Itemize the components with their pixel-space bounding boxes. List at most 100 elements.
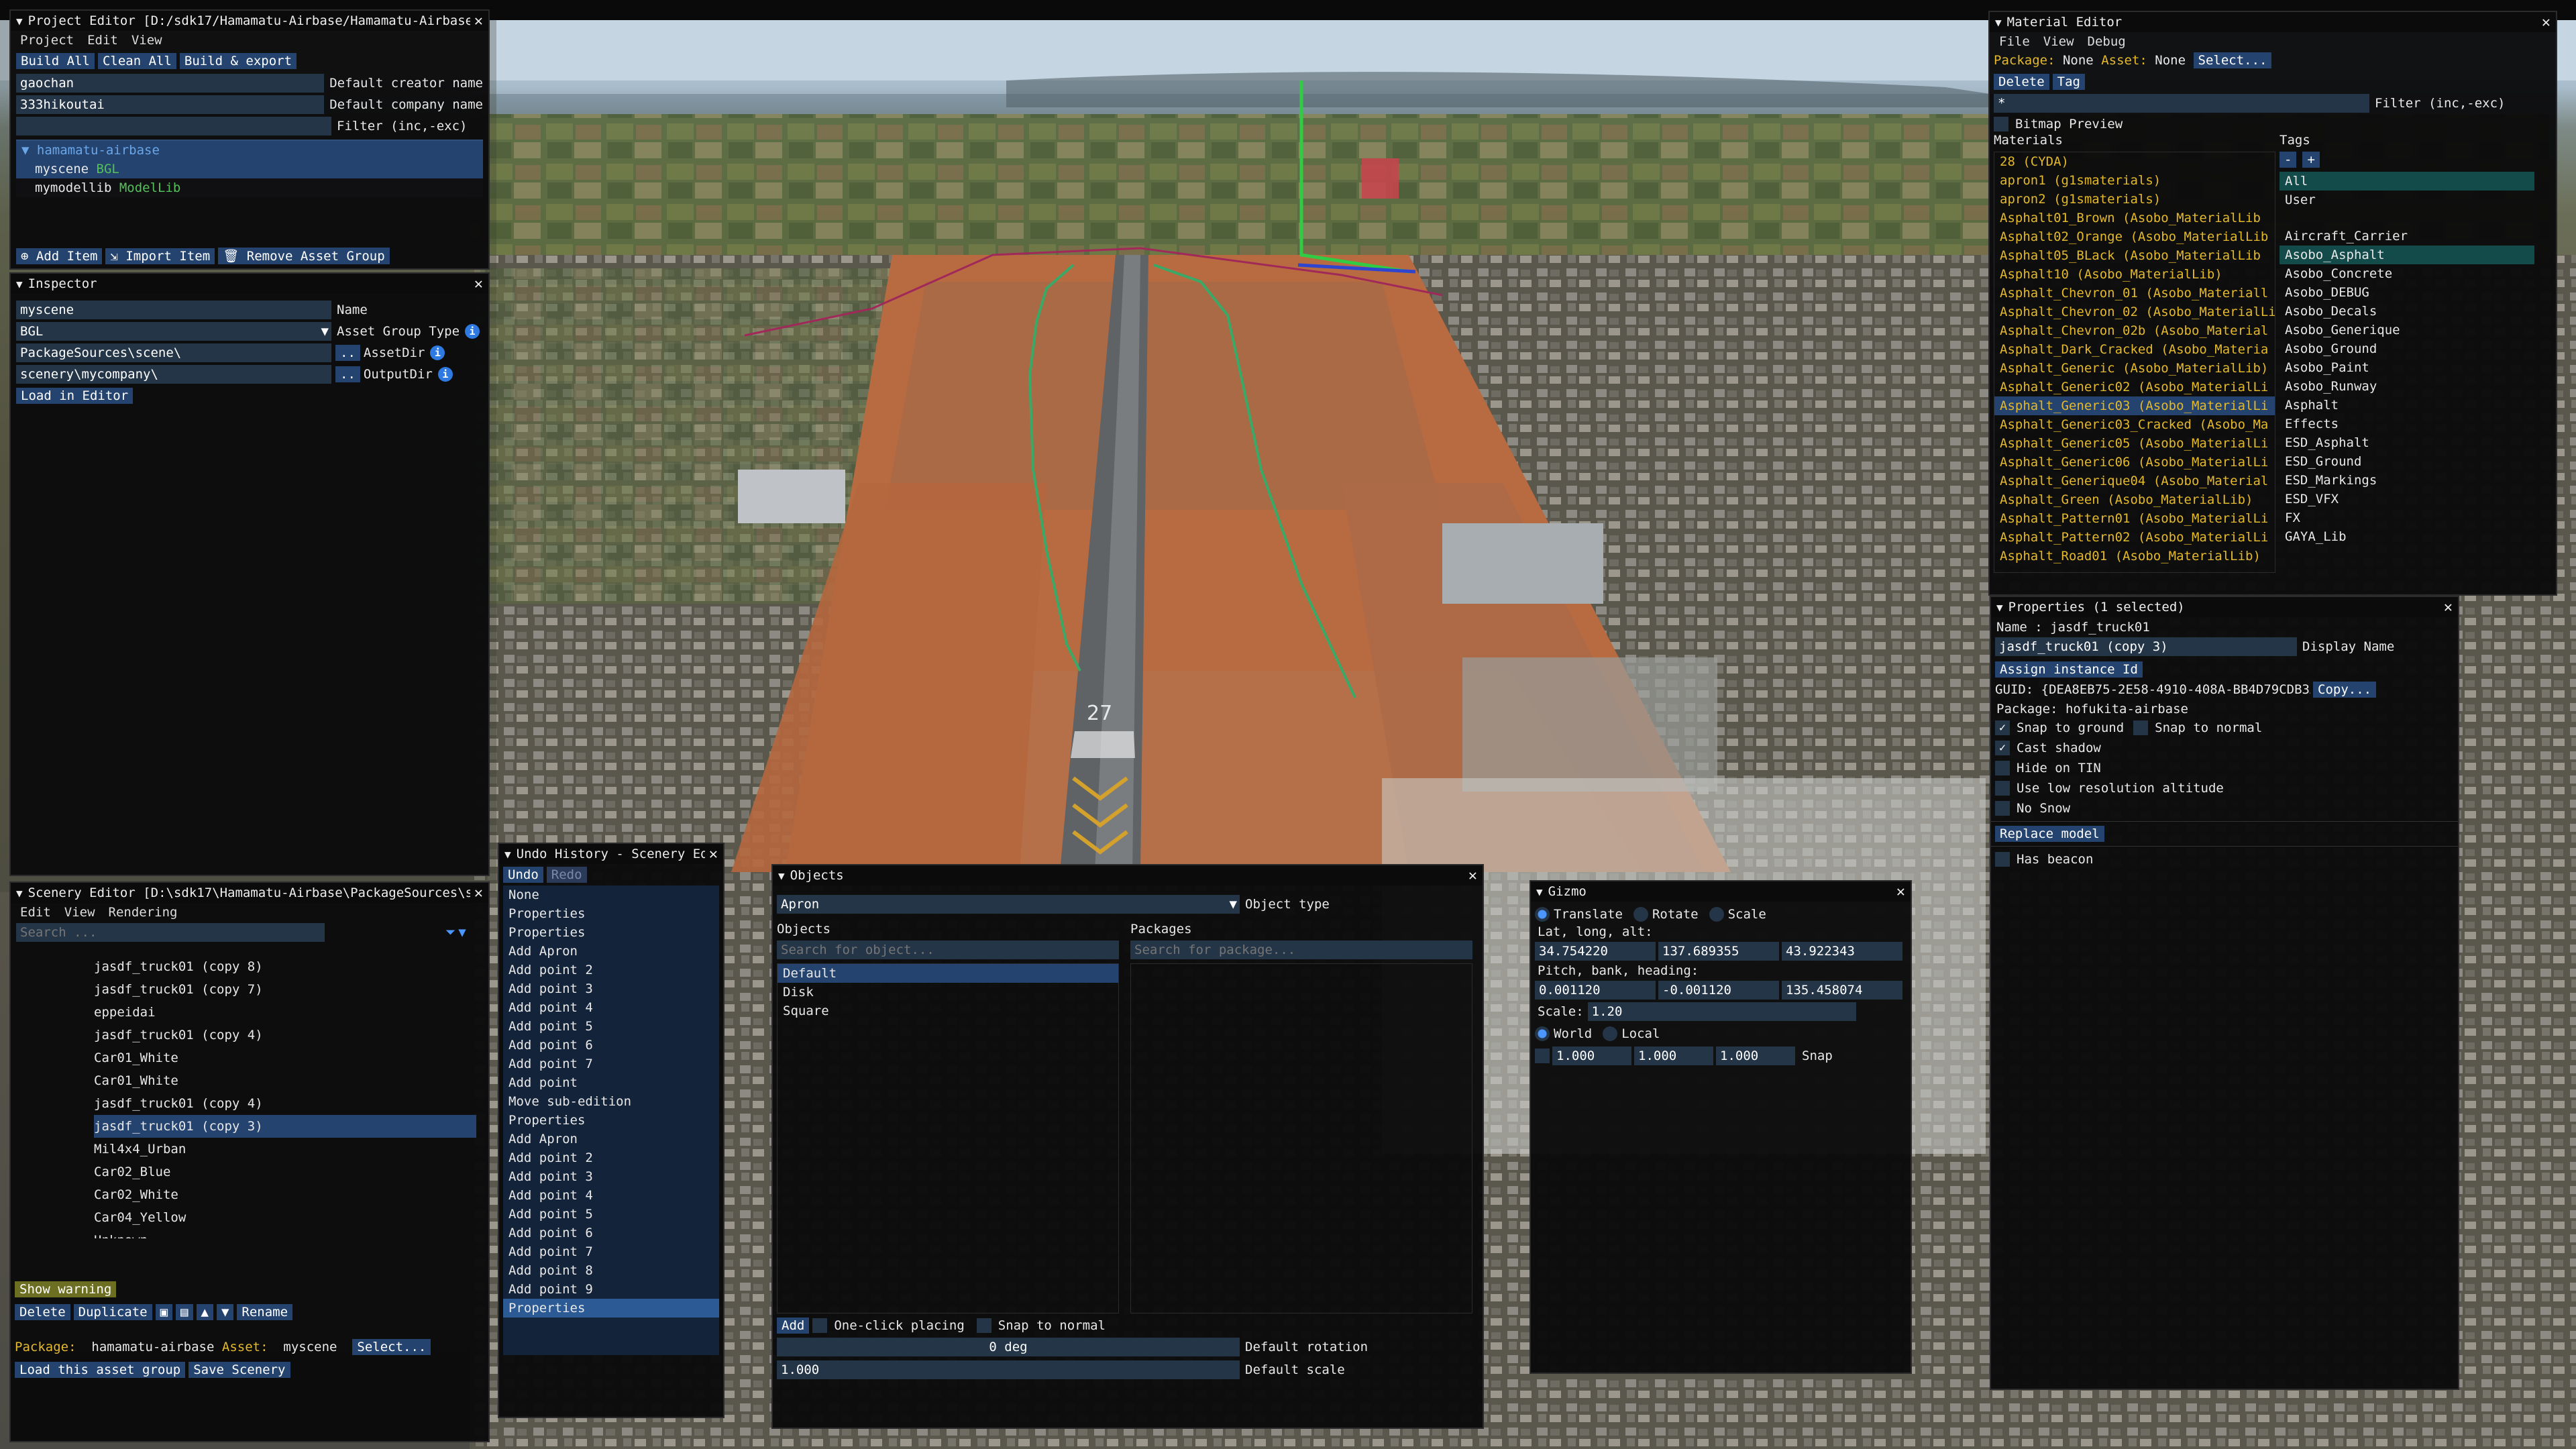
close-icon[interactable]: ✕ bbox=[474, 276, 483, 292]
material-item[interactable]: Asphalt02_Orange (Asobo_MaterialLib bbox=[1994, 227, 2275, 246]
object-search-input[interactable] bbox=[777, 941, 1119, 959]
menu-view[interactable]: View bbox=[2043, 34, 2074, 49]
undo-history-item[interactable]: Add point 3 bbox=[503, 1167, 719, 1186]
undo-history-item[interactable]: Add point 7 bbox=[503, 1242, 719, 1261]
scenery-editor-titlebar[interactable]: ▼ Scenery Editor [D:\sdk17\Hamamatu-Airba… bbox=[11, 883, 488, 903]
world-radio[interactable] bbox=[1535, 1026, 1550, 1041]
undo-history-item[interactable]: Add point 5 bbox=[503, 1205, 719, 1224]
material-item[interactable]: Asphalt_Generique04 (Asobo_Material bbox=[1994, 472, 2275, 490]
material-item[interactable]: Asphalt05_BLack (Asobo_MaterialLib bbox=[1994, 246, 2275, 265]
material-item[interactable]: Asphalt10 (Asobo_MaterialLib) bbox=[1994, 265, 2275, 284]
material-item[interactable]: Asphalt_Generic05 (Asobo_MaterialLi bbox=[1994, 434, 2275, 453]
undo-history-item[interactable]: Add point 3 bbox=[503, 979, 719, 998]
undo-history-item[interactable]: None bbox=[503, 885, 719, 904]
arrow-up-icon[interactable]: ▲ bbox=[196, 1304, 213, 1320]
list-item[interactable]: Car01_White bbox=[11, 1069, 488, 1092]
list-item[interactable]: Car02_White bbox=[11, 1183, 488, 1206]
latitude-input[interactable]: 34.754220 bbox=[1535, 942, 1656, 961]
bank-input[interactable]: -0.001120 bbox=[1658, 981, 1779, 1000]
material-item[interactable]: Asphalt_Green (Asobo_MaterialLib) bbox=[1994, 490, 2275, 509]
tag-item[interactable]: ESD_Asphalt bbox=[2279, 433, 2534, 452]
list-item[interactable]: jasdf_truck01 (copy 7) bbox=[11, 978, 488, 1001]
low-res-altitude-checkbox[interactable] bbox=[1995, 781, 2010, 796]
add-item-button[interactable]: ⊕ Add Item bbox=[16, 248, 103, 264]
tag-item[interactable]: Asobo_Generique bbox=[2279, 321, 2534, 339]
undo-history-item[interactable]: Properties bbox=[503, 923, 719, 942]
info-icon[interactable]: i bbox=[437, 367, 453, 382]
undo-history-item[interactable]: Add point 6 bbox=[503, 1224, 719, 1242]
assetdir-input[interactable]: PackageSources\scene\ bbox=[16, 343, 331, 362]
add-object-button[interactable]: Add bbox=[777, 1318, 810, 1334]
has-beacon-checkbox[interactable] bbox=[1995, 852, 2010, 867]
duplicate-button[interactable]: Duplicate bbox=[73, 1304, 152, 1320]
undo-history-item[interactable]: Add point 4 bbox=[503, 1186, 719, 1205]
snap-y-input[interactable]: 1.000 bbox=[1634, 1046, 1713, 1065]
filter-input[interactable] bbox=[16, 117, 331, 136]
object-list-item[interactable]: Disk bbox=[777, 983, 1118, 1002]
objects-titlebar[interactable]: ▼ Objects ✕ bbox=[773, 865, 1483, 885]
snap-z-input[interactable]: 1.000 bbox=[1716, 1046, 1795, 1065]
collapse-icon[interactable]: ▼ bbox=[1536, 885, 1543, 898]
material-item[interactable]: Asphalt_Generic (Asobo_MaterialLib) bbox=[1994, 359, 2275, 378]
menu-debug[interactable]: Debug bbox=[2088, 34, 2126, 49]
tree-root-hamamatu[interactable]: ▼ hamamatu-airbase bbox=[16, 141, 483, 160]
object-type-select[interactable]: Apron ▼ bbox=[777, 895, 1240, 914]
undo-history-item[interactable]: Add point 8 bbox=[503, 1261, 719, 1280]
menu-view[interactable]: View bbox=[64, 905, 95, 920]
material-item[interactable]: Asphalt_Generic06 (Asobo_MaterialLi bbox=[1994, 453, 2275, 472]
undo-history-item[interactable]: Add point bbox=[503, 1073, 719, 1092]
tag-group-item[interactable]: All bbox=[2279, 172, 2534, 191]
material-editor-titlebar[interactable]: ▼ Material Editor ✕ bbox=[1990, 12, 2556, 32]
gizmo-titlebar[interactable]: ▼ Gizmo ✕ bbox=[1531, 881, 1911, 902]
tag-item[interactable]: Asphalt bbox=[2279, 396, 2534, 415]
undo-history-item[interactable]: Add point 6 bbox=[503, 1036, 719, 1055]
save-scenery-button[interactable]: Save Scenery bbox=[189, 1362, 290, 1378]
tag-button[interactable]: Tag bbox=[2052, 74, 2085, 90]
close-icon[interactable]: ✕ bbox=[2542, 14, 2551, 31]
rename-button[interactable]: Rename bbox=[237, 1304, 293, 1320]
clean-all-button[interactable]: Clean All bbox=[97, 53, 176, 69]
menu-rendering[interactable]: Rendering bbox=[109, 905, 178, 920]
bitmap-preview-checkbox[interactable] bbox=[1994, 117, 2008, 131]
delete-button[interactable]: Delete bbox=[15, 1304, 70, 1320]
undo-history-item[interactable]: Add Apron bbox=[503, 942, 719, 961]
close-icon[interactable]: ✕ bbox=[1468, 867, 1477, 884]
material-item[interactable]: Asphalt_Chevron_01 (Asobo_Materiall bbox=[1994, 284, 2275, 303]
properties-titlebar[interactable]: ▼ Properties (1 selected) ✕ bbox=[1991, 597, 2458, 617]
tag-item[interactable]: ESD_Markings bbox=[2279, 471, 2534, 490]
build-all-button[interactable]: Build All bbox=[16, 53, 95, 69]
tag-group-item[interactable]: User bbox=[2279, 191, 2534, 209]
undo-button[interactable]: Undo bbox=[503, 867, 543, 883]
tag-item[interactable]: FX bbox=[2279, 508, 2534, 527]
list-item[interactable]: jasdf_truck01 (copy 8) bbox=[11, 955, 488, 978]
undo-history-item[interactable]: Properties bbox=[503, 904, 719, 923]
package-search-input[interactable] bbox=[1130, 941, 1472, 959]
close-icon[interactable]: ✕ bbox=[709, 846, 718, 863]
folder-icon[interactable]: ▤ bbox=[176, 1304, 193, 1320]
material-item[interactable]: 28 (CYDA) bbox=[1994, 152, 2275, 171]
inspector-titlebar[interactable]: ▼ Inspector ✕ bbox=[11, 274, 488, 294]
scenery-search-input[interactable] bbox=[16, 923, 325, 942]
longitude-input[interactable]: 137.689355 bbox=[1658, 942, 1779, 961]
load-asset-group-button[interactable]: Load this asset group bbox=[15, 1362, 186, 1378]
close-icon[interactable]: ✕ bbox=[474, 13, 483, 30]
list-item[interactable]: eppeidai bbox=[11, 1001, 488, 1024]
tag-item[interactable]: ESD_VFX bbox=[2279, 490, 2534, 508]
cast-shadow-checkbox[interactable]: ✓ bbox=[1995, 741, 2010, 755]
local-radio[interactable] bbox=[1603, 1026, 1618, 1041]
company-name-input[interactable]: 333hikoutai bbox=[16, 95, 325, 114]
heading-input[interactable]: 135.458074 bbox=[1782, 981, 1902, 1000]
list-item[interactable]: Mil4x4_Urban bbox=[11, 1138, 488, 1161]
snap-checkbox[interactable] bbox=[1535, 1049, 1550, 1063]
close-icon[interactable]: ✕ bbox=[2444, 599, 2453, 616]
redo-button[interactable]: Redo bbox=[546, 867, 587, 883]
material-item[interactable]: Asphalt_Generic02 (Asobo_MaterialLi bbox=[1994, 378, 2275, 396]
undo-history-item[interactable]: Properties bbox=[503, 1299, 719, 1318]
close-icon[interactable]: ✕ bbox=[1896, 883, 1905, 900]
assetdir-browse-button[interactable]: .. bbox=[335, 345, 360, 361]
list-item[interactable]: Car04_Yellow bbox=[11, 1206, 488, 1229]
hide-tin-checkbox[interactable] bbox=[1995, 761, 2010, 775]
tag-item[interactable]: Asobo_Paint bbox=[2279, 358, 2534, 377]
list-item[interactable]: Unknown bbox=[11, 1229, 488, 1238]
load-in-editor-button[interactable]: Load in Editor bbox=[16, 388, 133, 404]
